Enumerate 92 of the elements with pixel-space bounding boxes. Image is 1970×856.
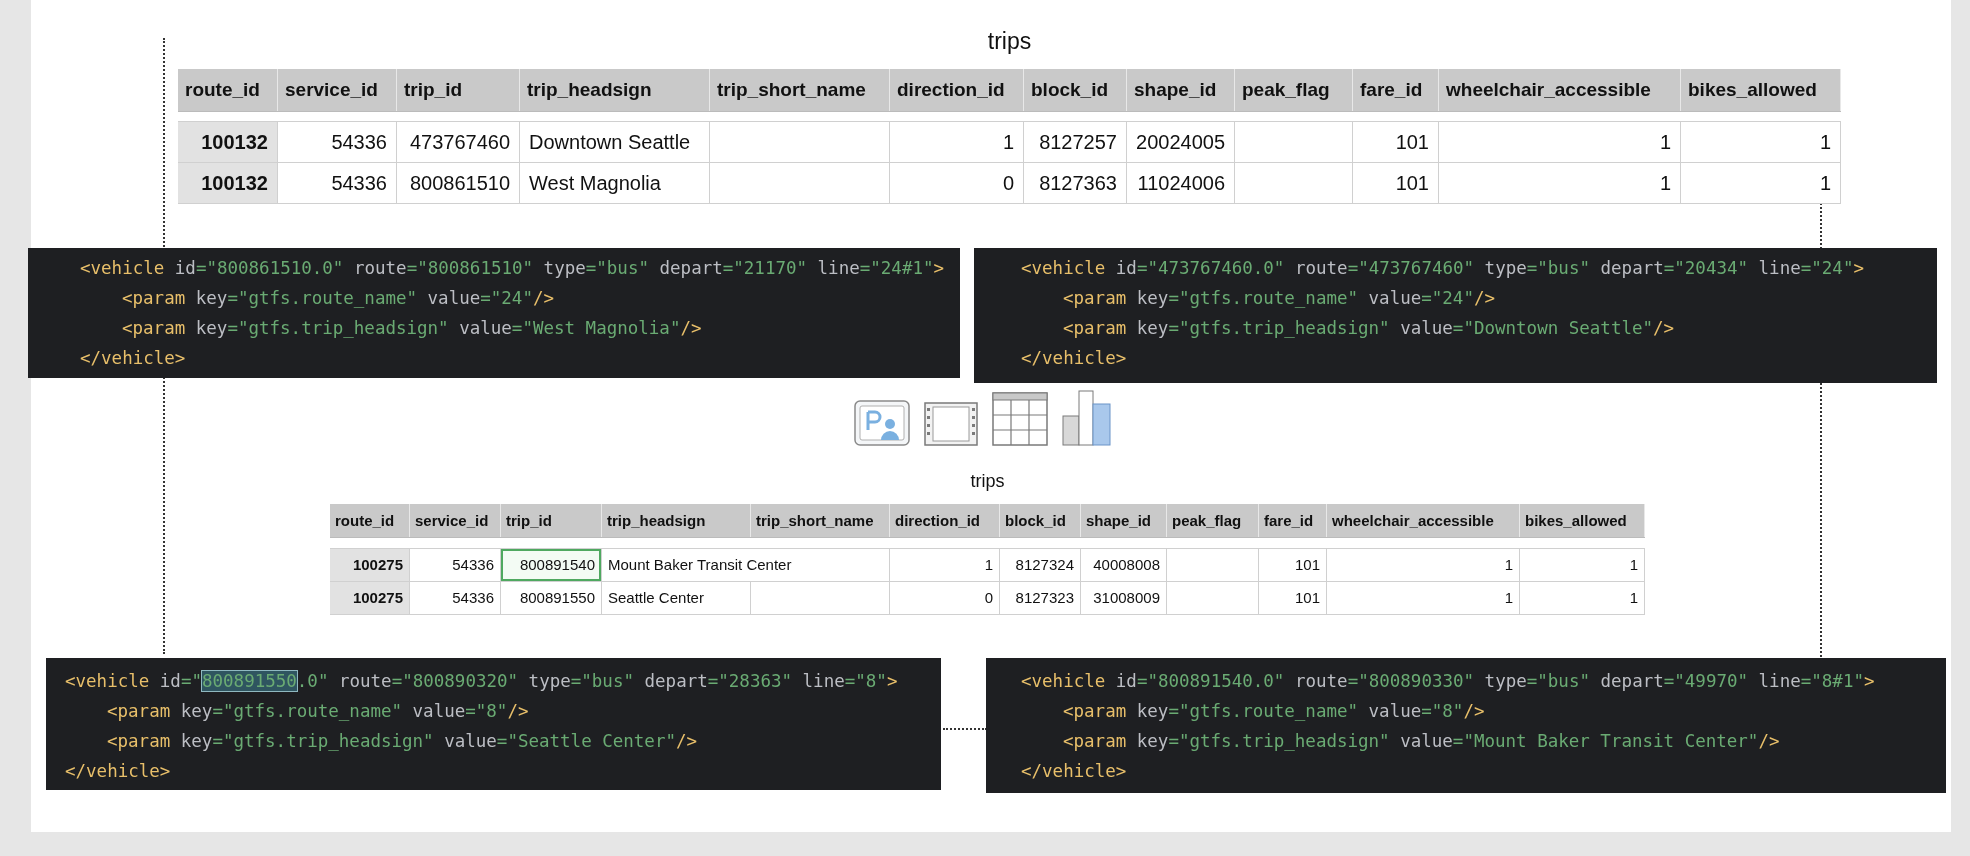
column-header[interactable]: block_id — [1000, 504, 1081, 537]
table-cell[interactable]: 1 — [890, 549, 1000, 582]
table-cell[interactable]: 11024006 — [1127, 163, 1235, 204]
column-header[interactable]: trip_short_name — [710, 69, 890, 111]
table-cell[interactable] — [710, 163, 890, 204]
column-header[interactable]: route_id — [330, 504, 410, 537]
table-cell[interactable]: 54336 — [410, 582, 501, 615]
column-header[interactable]: peak_flag — [1167, 504, 1259, 537]
table-cell[interactable] — [1235, 163, 1353, 204]
column-header[interactable]: shape_id — [1081, 504, 1167, 537]
table-title: trips — [970, 470, 1005, 493]
code-line: <param key="gtfs.trip_headsign" value="West Magnolia"/> — [122, 317, 702, 340]
table-cell[interactable]: 800891540 — [501, 549, 602, 582]
column-header[interactable]: bikes_allowed — [1681, 69, 1841, 111]
code-line: <vehicle id="473767460.0" route="473767460" type="bus" depart="20434" line="24"> — [1021, 257, 1864, 280]
column-header[interactable]: wheelchair_accessible — [1327, 504, 1520, 537]
code-line: </vehicle> — [65, 760, 171, 783]
code-line: <param key="gtfs.route_name" value="8"/> — [107, 700, 529, 723]
table-cell[interactable]: 40008008 — [1081, 549, 1167, 582]
table-cell[interactable]: 800861510 — [397, 163, 520, 204]
table-cell[interactable]: 1 — [1327, 582, 1520, 615]
table-cell[interactable]: 1 — [1681, 122, 1841, 163]
table-cell[interactable] — [1235, 122, 1353, 163]
bar-chart-icon[interactable] — [1062, 390, 1112, 446]
code-line: <vehicle id="800891550.0" route="800890320" type="bus" depart="28363" line="8"> — [65, 670, 898, 693]
code-line: <param key="gtfs.trip_headsign" value="Seattle Center"/> — [107, 730, 698, 753]
table-cell[interactable]: 100132 — [178, 163, 278, 204]
table-cell[interactable]: Mount Baker Transit Center — [602, 549, 890, 582]
table-cell[interactable]: 54336 — [278, 163, 397, 204]
table-cell[interactable]: 1 — [1520, 549, 1645, 582]
column-header[interactable]: peak_flag — [1235, 69, 1353, 111]
code-line: <param key="gtfs.trip_headsign" value="Downtown Seattle"/> — [1063, 317, 1675, 340]
table-cell[interactable]: 473767460 — [397, 122, 520, 163]
column-header[interactable]: block_id — [1024, 69, 1127, 111]
table-cell[interactable]: 1 — [1439, 163, 1681, 204]
column-header[interactable]: wheelchair_accessible — [1439, 69, 1681, 111]
code-line: <param key="gtfs.route_name" value="8"/> — [1063, 700, 1485, 723]
table-cell[interactable] — [751, 582, 890, 615]
table-cell[interactable]: 1 — [1439, 122, 1681, 163]
table-cell[interactable]: 8127323 — [1000, 582, 1081, 615]
table-icon[interactable] — [992, 392, 1048, 446]
table-cell[interactable]: 8127324 — [1000, 549, 1081, 582]
table-cell[interactable]: 0 — [890, 163, 1024, 204]
column-header[interactable]: direction_id — [890, 69, 1024, 111]
image-icon[interactable] — [854, 400, 910, 446]
code-line: <vehicle id="800861510.0" route="800861510" type="bus" depart="21170" line="24#1"> — [80, 257, 945, 280]
code-line: <param key="gtfs.route_name" value="24"/> — [122, 287, 554, 310]
table-cell[interactable]: 54336 — [278, 122, 397, 163]
table-cell[interactable]: 1 — [890, 122, 1024, 163]
column-header[interactable]: service_id — [410, 504, 501, 537]
column-header[interactable]: fare_id — [1259, 504, 1327, 537]
table-cell[interactable]: 100275 — [330, 549, 410, 582]
column-header[interactable]: service_id — [278, 69, 397, 111]
code-line: <param key="gtfs.route_name" value="24"/> — [1063, 287, 1495, 310]
column-header[interactable]: fare_id — [1353, 69, 1439, 111]
table-cell[interactable]: 100132 — [178, 122, 278, 163]
table-cell[interactable]: 101 — [1353, 163, 1439, 204]
table-cell[interactable]: 100275 — [330, 582, 410, 615]
column-header[interactable]: trip_headsign — [602, 504, 751, 537]
table-cell[interactable]: 101 — [1259, 549, 1327, 582]
column-header[interactable]: trip_id — [501, 504, 602, 537]
column-header[interactable]: route_id — [178, 69, 278, 111]
column-header[interactable]: bikes_allowed — [1520, 504, 1645, 537]
table-cell[interactable]: West Magnolia — [520, 163, 710, 204]
table-cell[interactable]: 101 — [1353, 122, 1439, 163]
column-header[interactable]: direction_id — [890, 504, 1000, 537]
column-header[interactable]: trip_short_name — [751, 504, 890, 537]
table-cell[interactable]: 20024005 — [1127, 122, 1235, 163]
table-cell[interactable]: 0 — [890, 582, 1000, 615]
code-line: </vehicle> — [1021, 760, 1127, 783]
table-title: trips — [987, 27, 1032, 56]
column-header[interactable]: trip_headsign — [520, 69, 710, 111]
table-cell[interactable]: 8127257 — [1024, 122, 1127, 163]
code-line: <vehicle id="800891540.0" route="800890330" type="bus" depart="49970" line="8#1"> — [1021, 670, 1875, 693]
column-header[interactable]: trip_id — [397, 69, 520, 111]
table-cell[interactable] — [1167, 549, 1259, 582]
table-cell[interactable]: Downtown Seattle — [520, 122, 710, 163]
table-cell[interactable]: Seattle Center — [602, 582, 751, 615]
table-cell[interactable]: 1 — [1327, 549, 1520, 582]
table-cell[interactable] — [1167, 582, 1259, 615]
table-cell[interactable]: 31008009 — [1081, 582, 1167, 615]
table-cell[interactable]: 1 — [1681, 163, 1841, 204]
code-line: </vehicle> — [80, 347, 186, 370]
code-line: <param key="gtfs.trip_headsign" value="Mount Baker Transit Center"/> — [1063, 730, 1780, 753]
table-cell[interactable] — [710, 122, 890, 163]
code-line: </vehicle> — [1021, 347, 1127, 370]
table-cell[interactable]: 1 — [1520, 582, 1645, 615]
film-icon[interactable] — [924, 402, 978, 446]
column-header[interactable]: shape_id — [1127, 69, 1235, 111]
table-cell[interactable]: 800891550 — [501, 582, 602, 615]
table-cell[interactable]: 101 — [1259, 582, 1327, 615]
table-cell[interactable]: 8127363 — [1024, 163, 1127, 204]
